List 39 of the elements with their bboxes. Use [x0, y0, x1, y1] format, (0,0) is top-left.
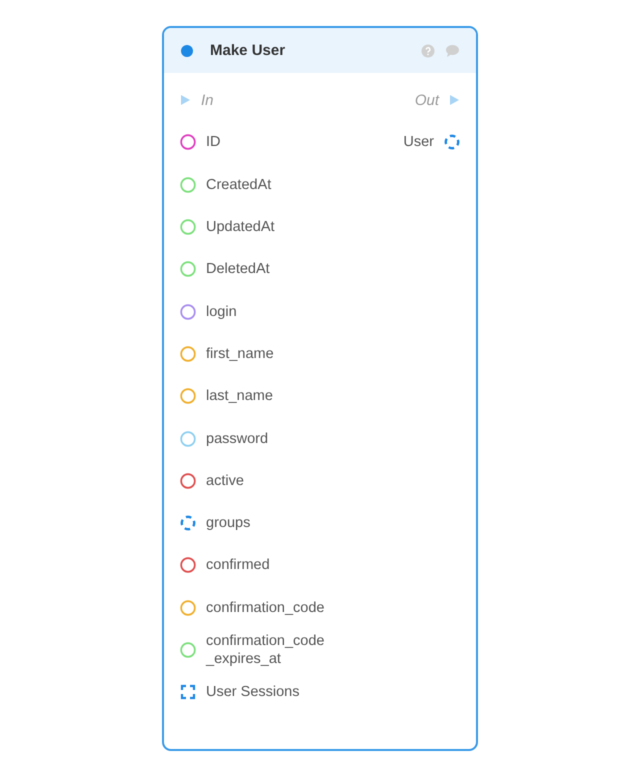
pin-label: first_name	[206, 344, 274, 363]
pin-label: confirmed	[206, 556, 270, 574]
pin-label: confirmation_code	[206, 598, 324, 617]
status-dot	[181, 44, 193, 56]
pin-label: CreatedAt	[206, 176, 272, 194]
pin-icon[interactable]	[180, 346, 196, 362]
bracket-pin-icon[interactable]	[180, 684, 196, 700]
pin-icon[interactable]	[180, 176, 196, 193]
pin-icon[interactable]	[180, 388, 196, 404]
pin-icon[interactable]	[180, 642, 196, 658]
node-card[interactable]: Make User In Out ID User CreatedAt UpdatedAt DeletedAt login first_name last_name password active groups confirmed confirmation_code confirmation_code _expires_at User Sessions	[162, 26, 478, 751]
exec-out-label: Out	[414, 92, 439, 109]
pin-label: last_name	[206, 387, 273, 406]
pin-label: UpdatedAt	[206, 218, 275, 236]
help-icon[interactable]	[421, 44, 435, 58]
pin-label: User	[403, 133, 434, 152]
pin-label: groups	[206, 514, 250, 532]
node-title: Make User	[210, 42, 286, 59]
pin-icon[interactable]	[180, 557, 196, 574]
pin-label: login	[206, 302, 237, 321]
pin-label: password	[206, 430, 268, 448]
pin-label: confirmation_code _expires_at	[206, 632, 324, 668]
pin-icon[interactable]	[180, 304, 196, 320]
dashed-pin-icon[interactable]	[444, 134, 460, 150]
dashed-pin-icon[interactable]	[180, 515, 196, 532]
pin-label: active	[206, 472, 244, 490]
pin-label: User Sessions	[206, 683, 300, 702]
pin-icon[interactable]	[180, 472, 196, 489]
exec-out-icon[interactable]	[449, 94, 460, 106]
pin-label: ID	[206, 133, 220, 152]
pin-icon[interactable]	[180, 134, 196, 150]
exec-in-icon[interactable]	[180, 94, 191, 106]
pin-label: DeletedAt	[206, 260, 270, 278]
exec-in-label: In	[201, 92, 214, 109]
comment-icon[interactable]	[445, 44, 460, 58]
pin-icon[interactable]	[180, 600, 196, 616]
pin-icon[interactable]	[180, 430, 196, 447]
pin-icon[interactable]	[180, 261, 196, 278]
pin-icon[interactable]	[180, 219, 196, 236]
